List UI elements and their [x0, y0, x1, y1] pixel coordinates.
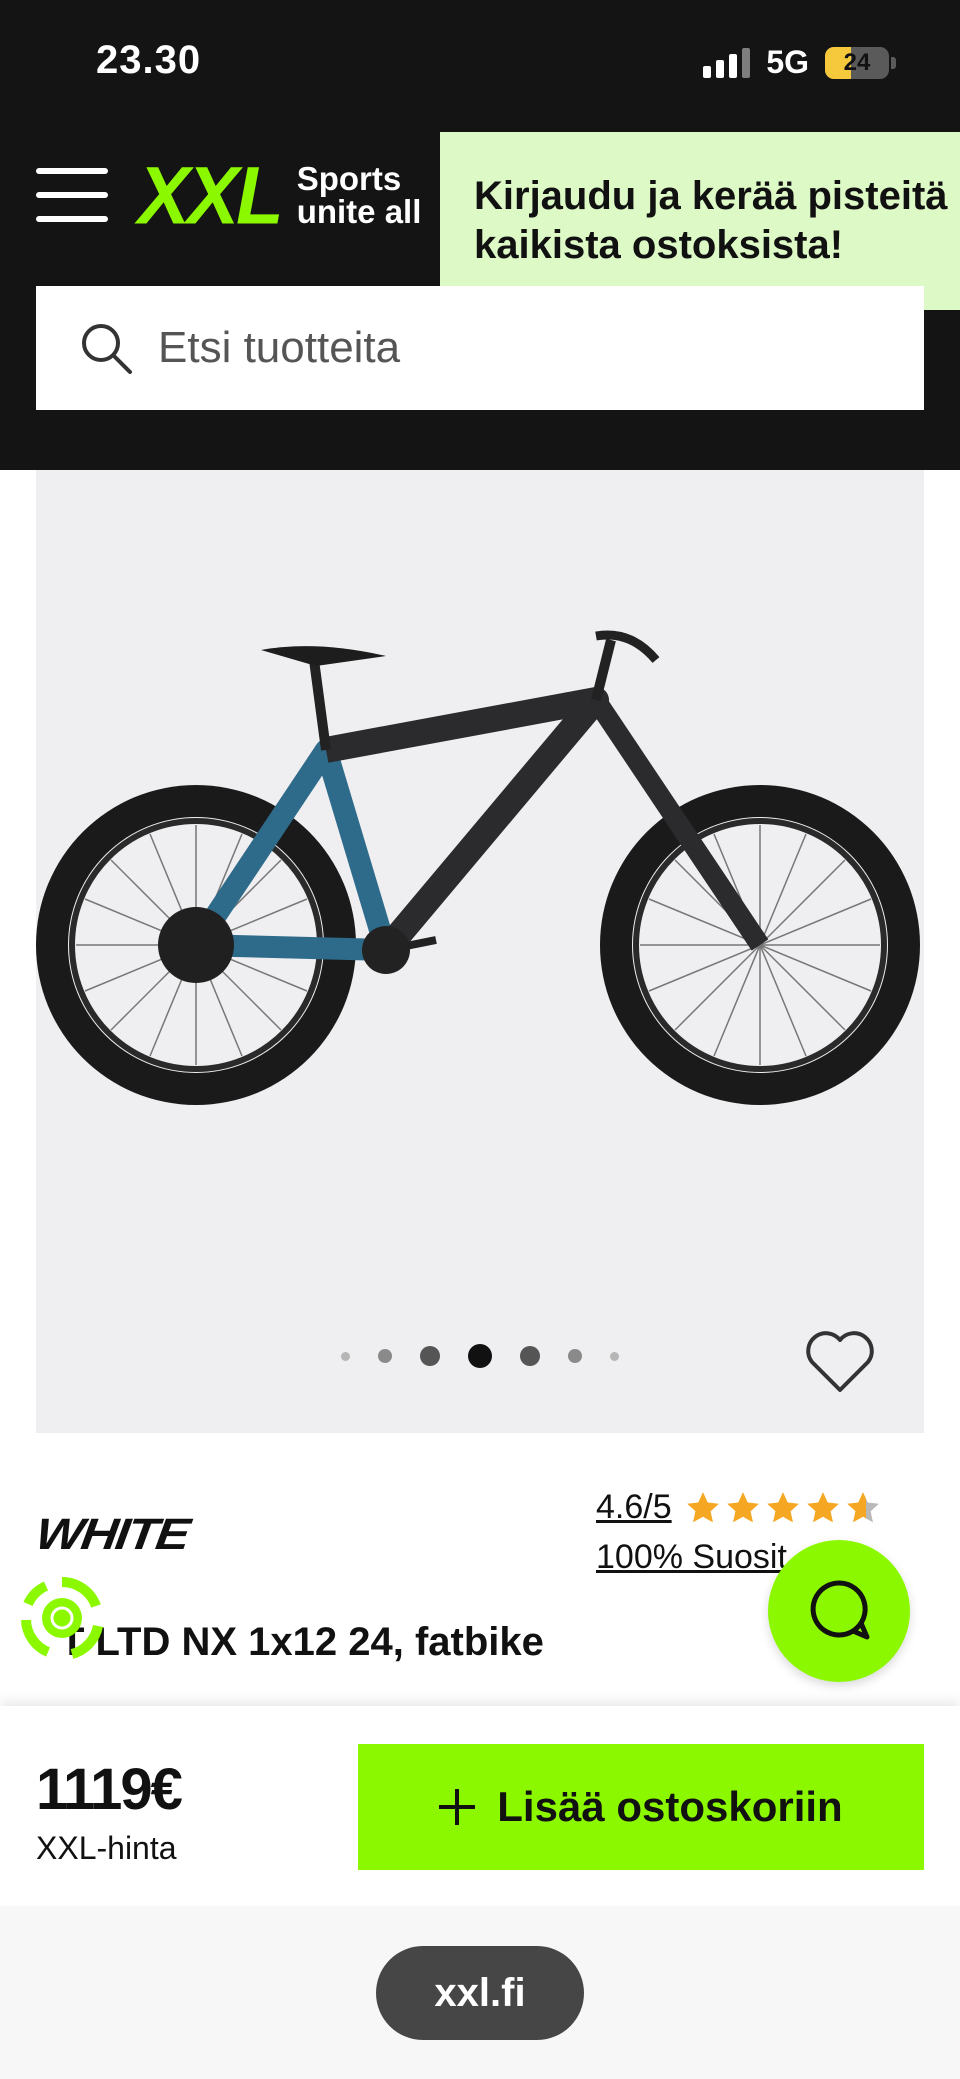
gallery-dot-active[interactable]: [468, 1344, 492, 1368]
add-to-cart-label: Lisää ostoskoriin: [497, 1783, 843, 1830]
xxl-logo[interactable]: XXL Sports unite all: [138, 148, 422, 242]
price-label: XXL-hinta: [36, 1830, 177, 1866]
add-to-cart-button[interactable]: Lisää ostoskoriin: [358, 1744, 924, 1870]
product-image-fatbike: [36, 630, 920, 1105]
login-banner-line-2: kaikista ostoksista!: [474, 222, 844, 267]
eco-badge-icon[interactable]: [18, 1574, 106, 1662]
search-bar[interactable]: [36, 286, 924, 410]
url-bar[interactable]: xxl.fi: [376, 1946, 584, 2040]
browser-toolbar: xxl.fi: [0, 1906, 960, 2079]
star-icon: [726, 1491, 759, 1522]
chat-button[interactable]: [768, 1540, 910, 1682]
chat-icon: [810, 1580, 870, 1640]
product-price: 1119€: [36, 1757, 183, 1822]
search-input[interactable]: [158, 323, 758, 373]
product-rating[interactable]: 4.6/5: [596, 1488, 882, 1527]
brand-logo[interactable]: WHITE: [32, 1510, 191, 1560]
rating-score[interactable]: 4.6/5: [596, 1488, 672, 1527]
battery-level: 24: [843, 48, 871, 76]
app-header: 23.30 5G 24 XXL Sports unite all Kirjaud…: [0, 0, 960, 470]
star-half-icon: [846, 1491, 879, 1522]
plus-icon: [439, 1789, 476, 1825]
heart-icon[interactable]: [804, 1330, 876, 1394]
rating-stars: [684, 1489, 882, 1527]
battery-icon: 24: [825, 46, 889, 79]
network-type: 5G: [766, 44, 809, 80]
star-icon: [806, 1491, 839, 1522]
star-icon: [766, 1491, 799, 1522]
star-icon: [686, 1491, 719, 1522]
signal-icon: [703, 47, 751, 78]
gallery-dot[interactable]: [568, 1349, 582, 1363]
login-banner-line-1: Kirjaudu ja kerää pisteitä: [474, 174, 948, 218]
purchase-bar: 1119€ XXL-hinta Lisää ostoskoriin: [0, 1706, 960, 1906]
gallery-dot[interactable]: [378, 1349, 392, 1363]
gallery-pagination[interactable]: [36, 1344, 924, 1368]
status-time: 23.30: [96, 38, 202, 82]
gallery-dot[interactable]: [520, 1346, 540, 1366]
product-image-gallery[interactable]: [36, 470, 924, 1433]
product-title: T LTD NX 1x12 24, fatbike: [60, 1620, 544, 1664]
hamburger-menu-icon[interactable]: [36, 168, 108, 222]
logo-tagline: Sports unite all: [296, 160, 422, 230]
gallery-dot[interactable]: [610, 1351, 619, 1361]
recommend-rate[interactable]: 100% Suosit: [596, 1538, 787, 1577]
gallery-dot[interactable]: [420, 1346, 440, 1366]
logo-wordmark: XXL: [138, 148, 284, 242]
status-indicators: 5G 24: [703, 44, 896, 81]
gallery-dot[interactable]: [341, 1351, 350, 1361]
search-icon: [78, 320, 134, 376]
login-promo-banner[interactable]: Kirjaudu ja kerää pisteitä kaikista osto…: [440, 132, 960, 310]
